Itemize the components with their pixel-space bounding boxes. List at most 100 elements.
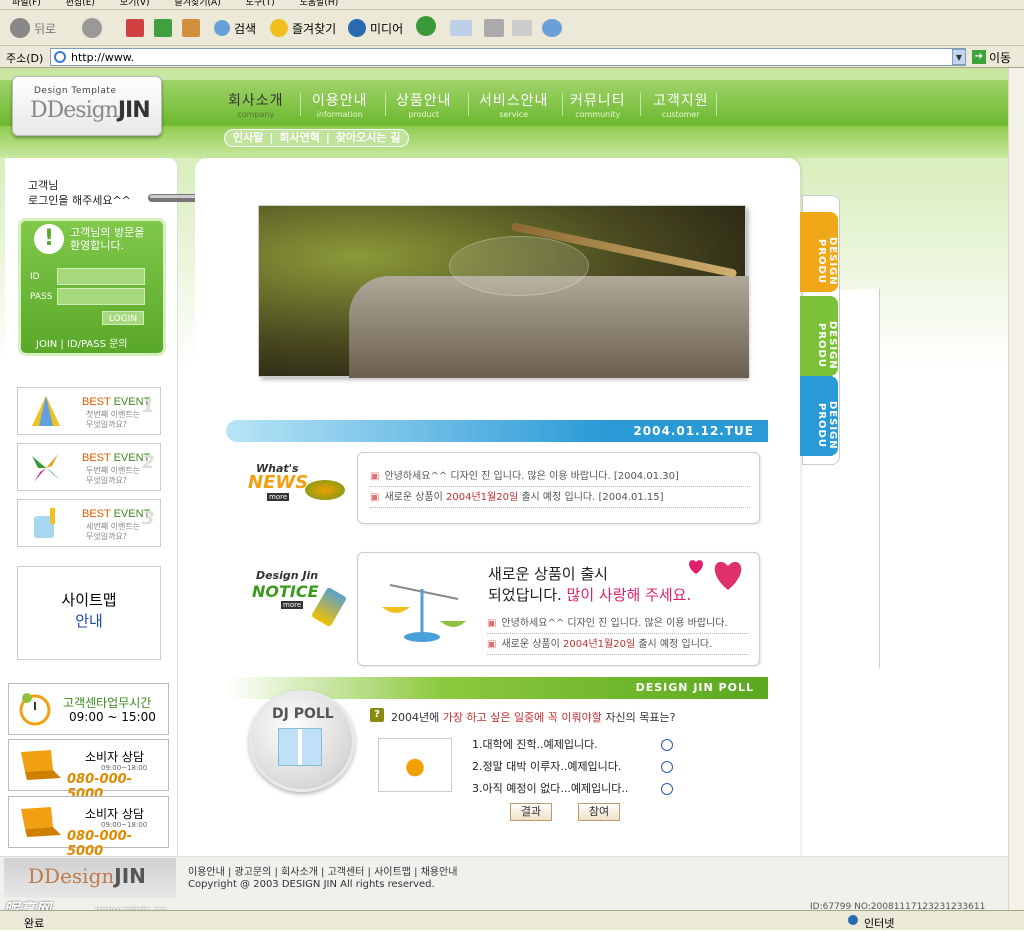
footer-copyright: Copyright @ 2003 DESIGN JIN All rights r…: [188, 879, 435, 890]
subnav-divider: |: [325, 131, 330, 144]
sitemap-box[interactable]: 사이트맵 안내: [17, 566, 161, 660]
poll-vote-button[interactable]: 참여: [578, 803, 620, 821]
nav-community[interactable]: 커뮤니티 community: [570, 90, 626, 119]
best-event-2[interactable]: BEST EVENT 두번째 이벤트는 무엇일까요? 2: [17, 443, 161, 491]
notice-item[interactable]: ▣ 새로운 상품이 2004년1월20일 출시 예정 입니다.: [487, 635, 749, 655]
pinwheel-icon: [32, 454, 60, 482]
gift-icon: [278, 728, 322, 766]
dragonfly-photo: [258, 205, 749, 378]
login-greeting: 고객님 로그인을 해주세요^^: [28, 179, 131, 207]
news-more-link[interactable]: more: [267, 493, 290, 501]
cs-hours-title: 고객센타업무시간: [63, 696, 152, 710]
nav-information[interactable]: 이용안내 information: [312, 90, 368, 119]
news-item[interactable]: ▣ 새로운 상품이 2004년1월20일 출시 예정 입니다. [2004.01.…: [370, 488, 750, 508]
star-icon: [270, 19, 288, 37]
cs-contact-phone: 080-000-5000: [67, 829, 133, 859]
status-text: 완료: [24, 917, 45, 930]
logo-text: DDesignJIN: [30, 98, 151, 123]
go-arrow-icon: ➔: [972, 50, 986, 64]
login-button[interactable]: LOGIN: [102, 311, 144, 325]
messenger-icon[interactable]: [542, 19, 562, 37]
menu-favorites[interactable]: 즐겨찾기(A): [174, 0, 220, 8]
side-tab-design-2[interactable]: DESIGN PRODU: [800, 296, 838, 376]
poll-radio-2[interactable]: [661, 761, 673, 773]
cs-hours-box: 고객센타업무시간 09:00 ~ 15:00: [8, 683, 169, 735]
home-icon[interactable]: [182, 19, 200, 37]
subnav-directions[interactable]: 찾아오시는 길: [336, 130, 401, 146]
menu-help[interactable]: 도움말(H): [300, 0, 339, 8]
event-number: 1: [142, 396, 155, 417]
password-input[interactable]: [57, 288, 145, 305]
search-icon: [214, 20, 230, 36]
cs-contact-title: 소비자 상담: [85, 750, 145, 764]
nav-customer[interactable]: 고객지원 customer: [653, 90, 709, 119]
poll-radio-1[interactable]: [661, 739, 673, 751]
address-input[interactable]: http://www.: [50, 48, 966, 66]
subnav-greeting[interactable]: 인사말: [233, 130, 263, 146]
notice-item[interactable]: ▣ 안녕하세요^^ 디자인 진 입니다. 많은 이용 바랍니다.: [487, 614, 749, 634]
back-arrow-icon: [10, 18, 30, 38]
nav-service[interactable]: 서비스안내 service: [479, 90, 548, 119]
go-button[interactable]: ➔ 이동: [972, 49, 1011, 65]
poll-option-2: 2.정말 대박 이루자..예제입니다.: [472, 760, 622, 773]
menu-file[interactable]: 파일(F): [12, 0, 41, 8]
best-event-3[interactable]: BEST EVENT 세번째 이벤트는 무엇일까요? 3: [17, 499, 161, 547]
nav-divider: [385, 92, 386, 116]
nav-product[interactable]: 상품안내 product: [396, 90, 452, 119]
cs-contact-box-1: 소비자 상담 09:00~18:00 080-000-5000: [8, 739, 169, 802]
cs-contact-hours: 09:00~18:00: [101, 821, 148, 829]
poll-radio-3[interactable]: [661, 783, 673, 795]
media-icon: [348, 19, 366, 37]
print-icon[interactable]: [484, 19, 504, 37]
cs-contact-box-2: 소비자 상담 09:00~18:00 080-000-5000: [8, 796, 169, 859]
best-event-1[interactable]: BEST EVENT 첫번째 이벤트는 무엇일까요? 1: [17, 387, 161, 435]
poll-option-1: 1.대학에 진학..예제입니다.: [472, 738, 598, 751]
favorites-button[interactable]: 즐겨찾기: [270, 16, 336, 40]
subnav-divider: |: [269, 131, 274, 144]
paint-bucket-icon: [34, 508, 55, 538]
browser-menubar: 파일(F) 편집(E) 보기(V) 즐겨찾기(A) 도구(T) 도움말(H): [0, 0, 1024, 10]
cs-contact-title: 소비자 상담: [85, 807, 145, 821]
nav-divider: [640, 92, 641, 116]
join-idpass-links[interactable]: JOIN | ID/PASS 문의: [36, 335, 128, 350]
browser-toolbar: 뒤로 검색 즐겨찾기 미디어: [0, 10, 1024, 46]
notice-title: NOTICE: [252, 582, 319, 601]
id-input[interactable]: [57, 268, 145, 285]
forward-button[interactable]: [82, 16, 102, 40]
notice-more-link[interactable]: more: [281, 601, 304, 609]
history-icon[interactable]: [416, 16, 436, 36]
cs-contact-hours: 09:00~18:00: [101, 764, 148, 772]
menu-tools[interactable]: 도구(T): [246, 0, 275, 8]
edit-icon[interactable]: [512, 20, 532, 36]
address-dropdown-icon[interactable]: ▼: [952, 49, 966, 65]
side-tab-design-3[interactable]: DESIGN PRODU: [800, 376, 838, 456]
refresh-icon[interactable]: [154, 19, 172, 37]
balance-scale-icon: [382, 584, 466, 642]
laptop-icon: [21, 807, 61, 837]
back-button[interactable]: 뒤로: [10, 16, 56, 40]
search-button[interactable]: 검색: [214, 16, 256, 40]
vertical-scrollbar[interactable]: [1008, 68, 1024, 910]
poll-result-button[interactable]: 결과: [510, 803, 552, 821]
event-number: 3: [142, 508, 155, 529]
subnav-history[interactable]: 회사연혁: [279, 130, 319, 146]
page-icon: [54, 51, 66, 63]
exclamation-icon: !: [34, 224, 64, 254]
news-fruit-icon: [305, 480, 345, 500]
bowl-icon: [378, 738, 452, 792]
address-label: 주소(D): [6, 52, 44, 65]
menu-view[interactable]: 보기(V): [120, 0, 150, 8]
nav-company[interactable]: 회사소개 company: [228, 90, 284, 119]
side-tab-design-1[interactable]: DESIGN PRODU: [800, 212, 838, 292]
footer-links[interactable]: 이용안내 | 광고문의 | 회사소개 | 고객센터 | 사이트맵 | 채용안내: [188, 863, 457, 878]
mail-icon[interactable]: [450, 20, 472, 36]
laptop-icon: [21, 750, 61, 780]
question-icon: ?: [370, 708, 384, 722]
news-item[interactable]: ▣ 안녕하세요^^ 디자인 진 입니다. 많은 이용 바랍니다. [2004.01…: [370, 467, 750, 487]
notice-brand-label: Design Jin: [256, 569, 319, 582]
nav-divider: [562, 92, 563, 116]
media-button[interactable]: 미디어: [348, 16, 403, 40]
address-bar: 주소(D) http://www. ▼ ➔ 이동: [0, 46, 1024, 68]
menu-edit[interactable]: 편집(E): [66, 0, 95, 8]
stop-icon[interactable]: [126, 19, 144, 37]
